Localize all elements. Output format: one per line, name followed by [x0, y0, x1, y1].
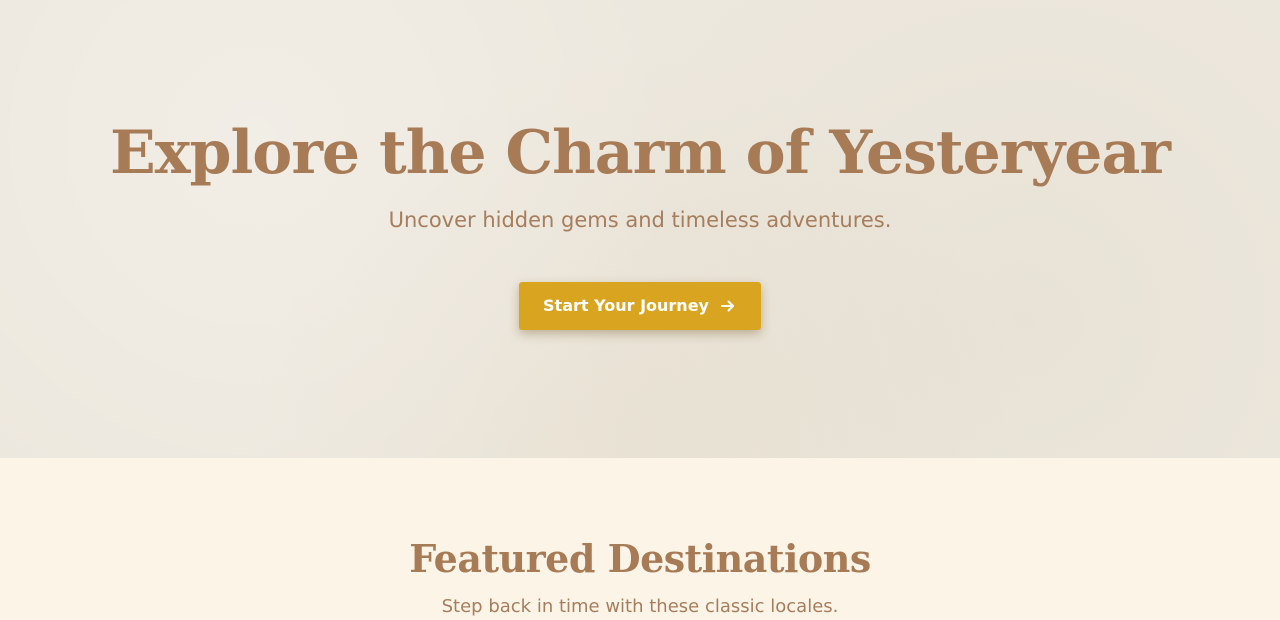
hero-title: Explore the Charm of Yesteryear [110, 118, 1171, 188]
featured-subtitle: Step back in time with these classic loc… [441, 596, 839, 617]
start-journey-button[interactable]: Start Your Journey [519, 282, 761, 330]
hero-section: Explore the Charm of Yesteryear Uncover … [0, 0, 1280, 458]
featured-title: Featured Destinations [409, 536, 871, 581]
arrow-right-icon [719, 297, 737, 315]
featured-destinations-section: Featured Destinations Step back in time … [0, 458, 1280, 620]
start-journey-label: Start Your Journey [543, 296, 709, 315]
hero-subtitle: Uncover hidden gems and timeless adventu… [388, 208, 892, 232]
